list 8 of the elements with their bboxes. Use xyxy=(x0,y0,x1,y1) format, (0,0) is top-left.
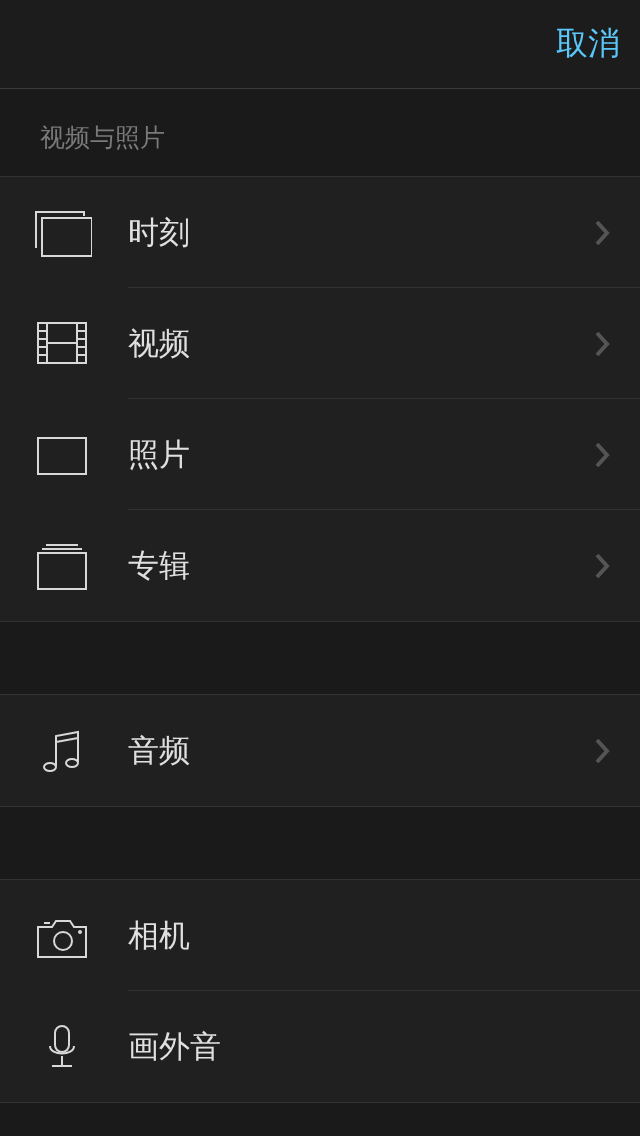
menu-item-label[interactable]: 专辑 xyxy=(128,544,594,587)
menu-item-label[interactable]: 视频 xyxy=(128,322,594,365)
cancel-button[interactable]: 取消 xyxy=(556,22,620,66)
menu-item-label[interactable]: 相机 xyxy=(128,914,640,957)
menu-item-label[interactable]: 画外音 xyxy=(128,1025,640,1068)
menu-item-label[interactable]: 时刻 xyxy=(128,211,594,254)
section-title: 视频与照片 xyxy=(40,122,165,154)
menu-item-label[interactable]: 照片 xyxy=(128,433,594,476)
